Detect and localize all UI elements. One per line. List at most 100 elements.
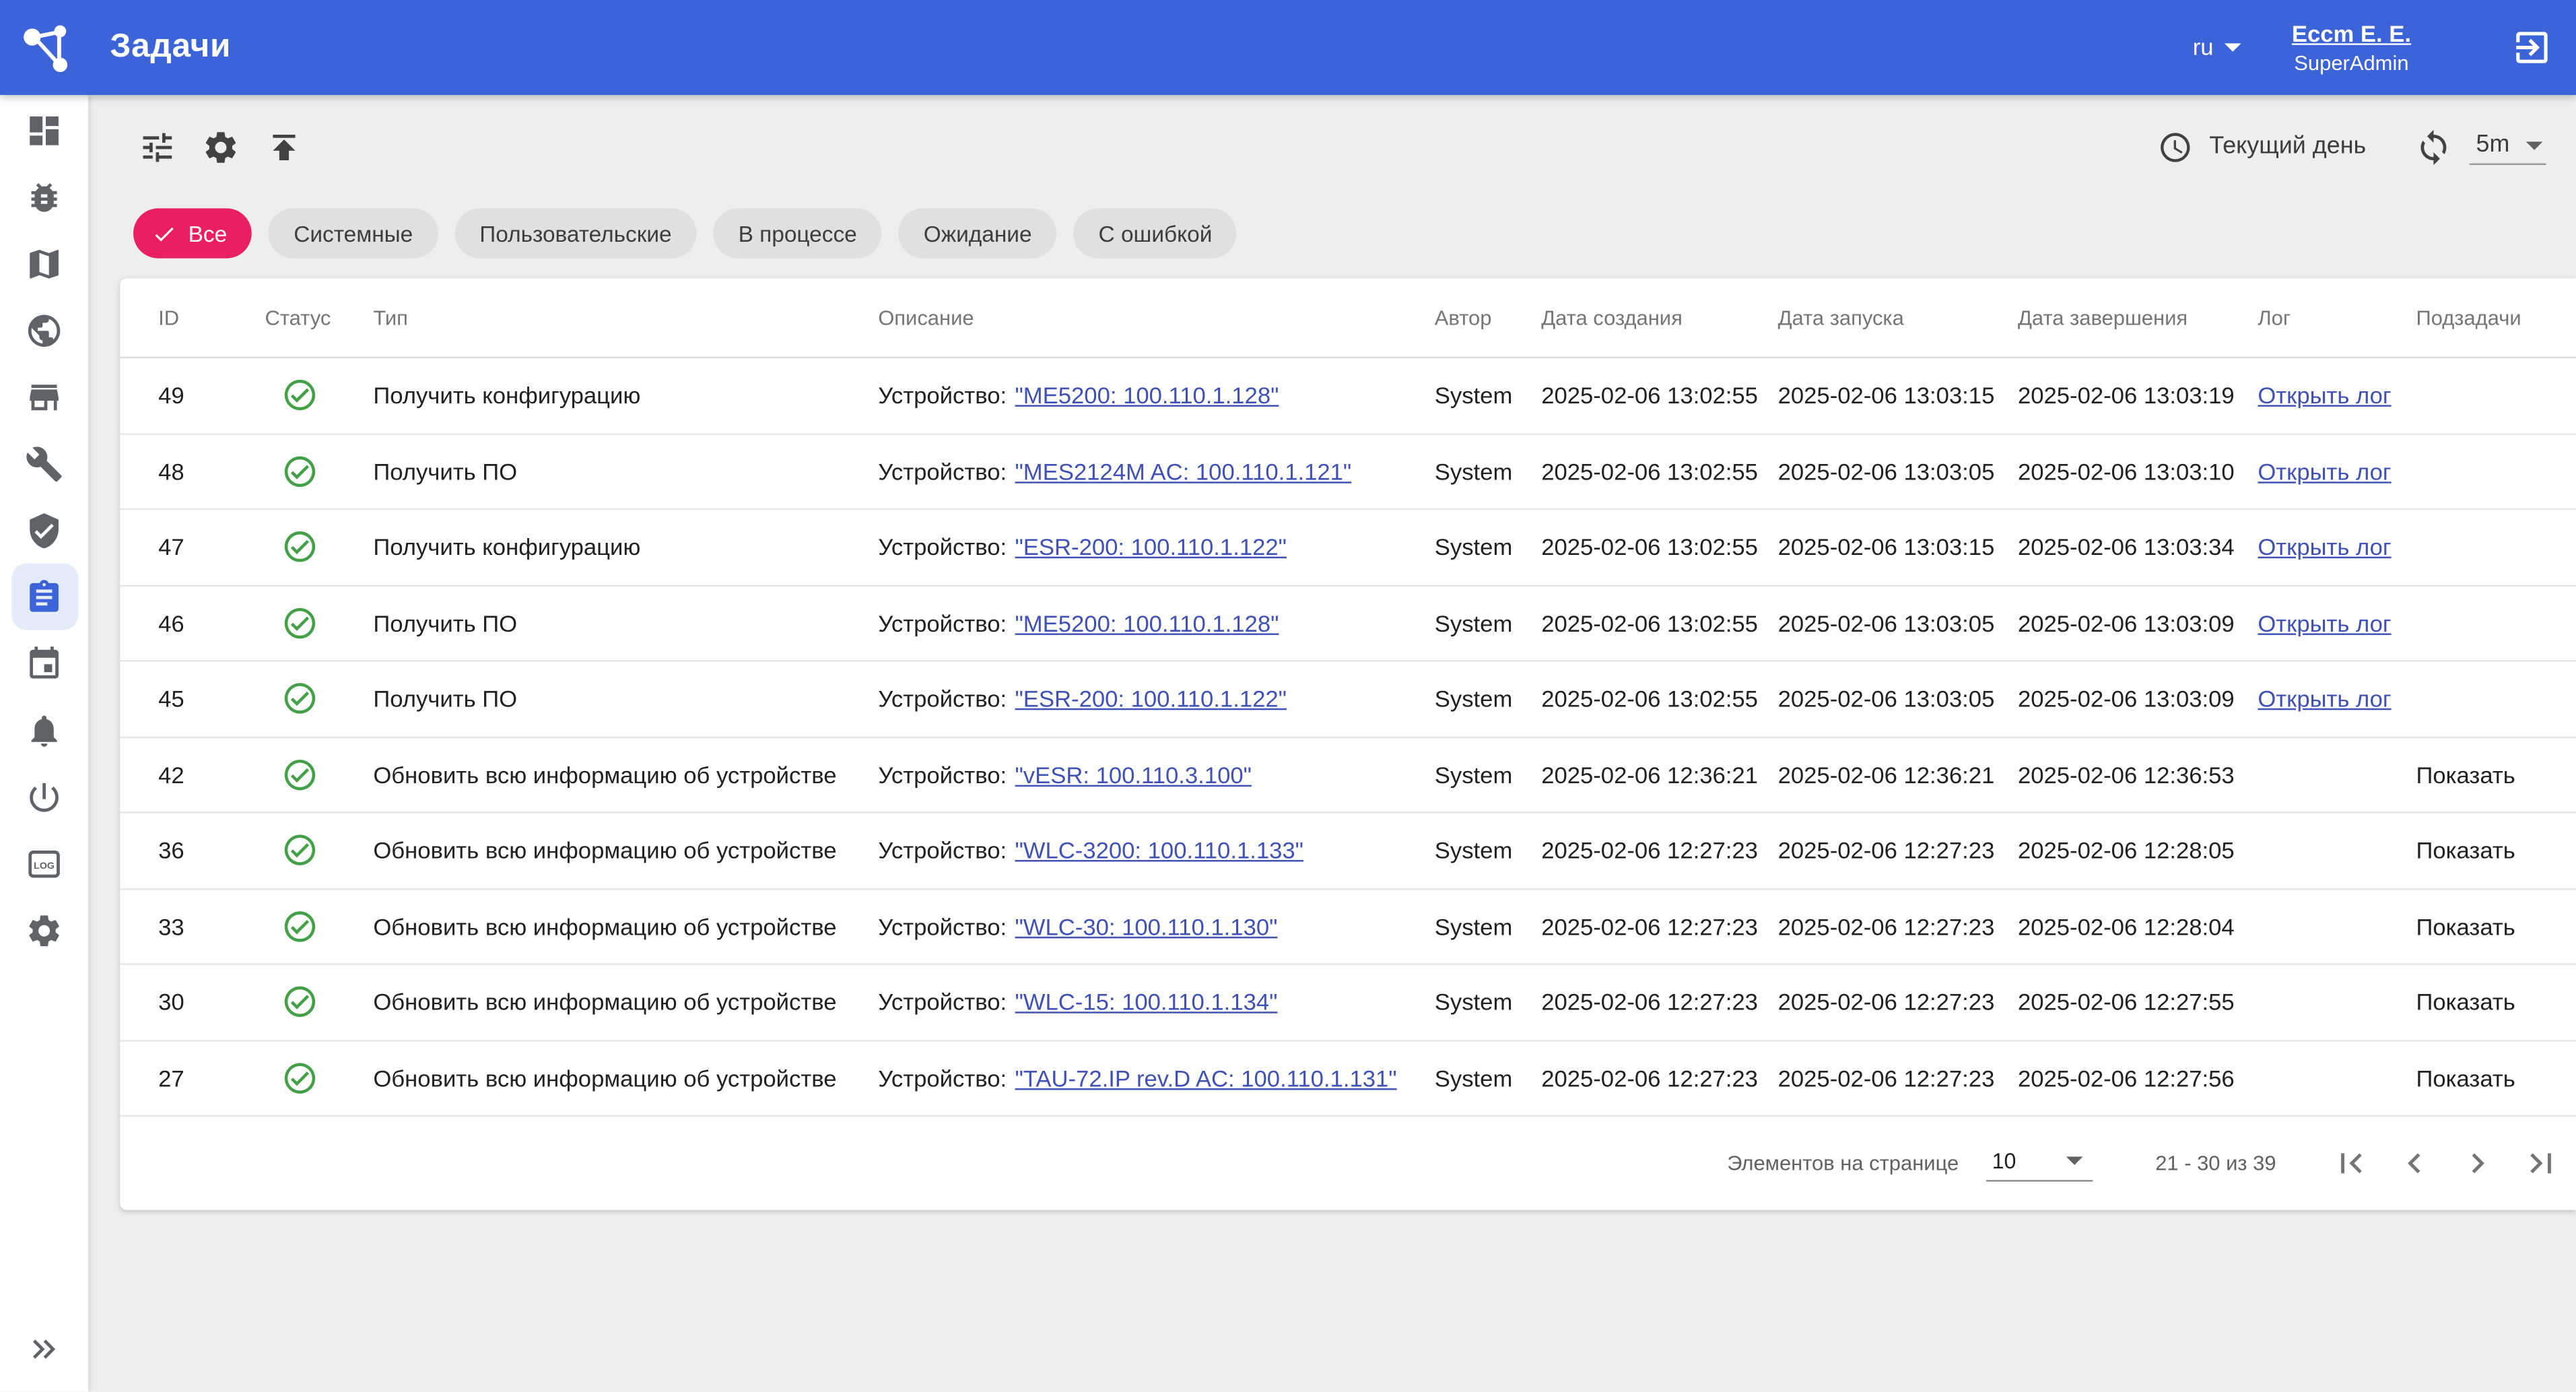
first-page-icon xyxy=(2331,1144,2371,1183)
device-label: Устройство: xyxy=(878,913,1007,940)
chip-all[interactable]: Все xyxy=(133,208,252,258)
task-started: 2025-02-06 13:03:05 xyxy=(1778,458,2018,485)
task-finished: 2025-02-06 12:28:04 xyxy=(2018,913,2258,940)
sidebar-item-settings[interactable] xyxy=(11,896,77,963)
sidebar-item-network[interactable] xyxy=(11,297,77,364)
sidebar-expand-button[interactable] xyxy=(11,1315,77,1382)
device-link[interactable]: "WLC-30: 100.110.1.130" xyxy=(1015,913,1278,940)
open-log-link[interactable]: Открыть лог xyxy=(2258,686,2391,712)
subtasks-toggle[interactable]: Показать xyxy=(2416,1065,2515,1092)
upload-button[interactable] xyxy=(263,127,303,166)
task-author: System xyxy=(1435,761,1541,788)
storage-icon xyxy=(25,378,63,416)
chip-label: Системные xyxy=(294,221,413,246)
task-author: System xyxy=(1435,913,1541,940)
task-description: Устройство:"vESR: 100.110.3.100" xyxy=(878,761,1435,788)
task-type: Получить конфигурацию xyxy=(373,382,878,409)
task-subtasks-cell: Показать xyxy=(2416,913,2576,940)
device-link[interactable]: "ESR-200: 100.110.1.122" xyxy=(1015,686,1287,712)
task-status-cell xyxy=(265,832,373,869)
task-created: 2025-02-06 13:02:55 xyxy=(1541,458,1777,485)
settings-icon xyxy=(25,910,63,949)
chip-system[interactable]: Системные xyxy=(269,208,438,258)
col-started: Дата запуска xyxy=(1778,306,2018,329)
task-description: Устройство: "ME5200: 100.110.1.128" xyxy=(878,382,1435,409)
sidebar-item-power[interactable] xyxy=(11,763,77,830)
task-started: 2025-02-06 13:03:15 xyxy=(1778,534,2018,561)
prev-page-button[interactable] xyxy=(2383,1131,2446,1195)
sidebar-item-syslog[interactable]: LOG xyxy=(11,830,77,896)
device-link[interactable]: "ME5200: 100.110.1.128" xyxy=(1015,609,1279,636)
page-range-label: 21 - 30 из 39 xyxy=(2155,1152,2276,1175)
next-page-button[interactable] xyxy=(2446,1131,2509,1195)
language-select[interactable]: ru xyxy=(2193,34,2242,61)
task-created: 2025-02-06 12:27:23 xyxy=(1541,1065,1777,1092)
device-link[interactable]: "MES2124M AC: 100.110.1.121" xyxy=(1015,458,1352,485)
last-page-button[interactable] xyxy=(2509,1131,2573,1195)
refresh-button[interactable] xyxy=(2413,127,2453,166)
task-author: System xyxy=(1435,458,1541,485)
success-status-icon xyxy=(281,680,318,717)
subtasks-toggle[interactable]: Показать xyxy=(2416,837,2515,864)
sidebar-item-dashboard[interactable] xyxy=(11,97,77,164)
col-created: Дата создания xyxy=(1541,306,1777,329)
task-finished: 2025-02-06 13:03:19 xyxy=(2018,382,2258,409)
chip-in-progress[interactable]: В процессе xyxy=(713,208,881,258)
filter-button[interactable] xyxy=(137,127,176,166)
device-link[interactable]: "WLC-15: 100.110.1.134" xyxy=(1015,989,1278,1016)
device-link[interactable]: "WLC-3200: 100.110.1.133" xyxy=(1015,837,1303,864)
task-author: System xyxy=(1435,837,1541,864)
task-finished: 2025-02-06 13:03:10 xyxy=(2018,458,2258,485)
chip-label: С ошибкой xyxy=(1099,221,1213,246)
device-link[interactable]: "vESR: 100.110.3.100" xyxy=(1015,761,1252,788)
chip-error[interactable]: С ошибкой xyxy=(1073,208,1237,258)
chip-user[interactable]: Пользовательские xyxy=(454,208,697,258)
first-page-button[interactable] xyxy=(2319,1131,2383,1195)
task-author: System xyxy=(1435,534,1541,561)
events-icon xyxy=(25,644,63,683)
device-label: Устройство: xyxy=(878,534,1007,561)
page-title: Задачи xyxy=(110,28,231,67)
check-icon xyxy=(151,221,176,246)
task-id: 33 xyxy=(158,913,265,940)
device-link[interactable]: "ME5200: 100.110.1.128" xyxy=(1015,382,1279,409)
network-icon xyxy=(25,311,63,350)
task-status-cell xyxy=(265,680,373,717)
success-status-icon xyxy=(281,984,318,1020)
sidebar-item-incidents[interactable] xyxy=(11,164,77,230)
device-link[interactable]: "ESR-200: 100.110.1.122" xyxy=(1015,534,1287,561)
sidebar-item-tasks[interactable] xyxy=(11,563,77,630)
user-menu[interactable]: Eccm E. E. SuperAdmin xyxy=(2292,18,2411,77)
device-label: Устройство: xyxy=(878,382,1007,409)
table-header-row: ID Статус Тип Описание Автор Дата создан… xyxy=(120,278,2576,358)
main-content: Текущий день 5m Все Системные xyxy=(88,95,2576,1391)
user-name: Eccm E. E. xyxy=(2292,18,2411,49)
upload-icon xyxy=(264,127,302,166)
sidebar-item-events[interactable] xyxy=(11,630,77,696)
open-log-link[interactable]: Открыть лог xyxy=(2258,609,2391,636)
table-row: 33 Обновить всю информацию об устройстве… xyxy=(120,889,2576,965)
chip-waiting[interactable]: Ожидание xyxy=(899,208,1057,258)
table-settings-button[interactable] xyxy=(200,127,240,166)
per-page-select[interactable]: 10 xyxy=(1986,1145,2092,1181)
sidebar-item-storage[interactable] xyxy=(11,364,77,430)
sidebar-item-map[interactable] xyxy=(11,230,77,297)
date-range-filter[interactable]: Текущий день xyxy=(2158,129,2367,164)
open-log-link[interactable]: Открыть лог xyxy=(2258,534,2391,561)
task-description: Устройство: "WLC-30: 100.110.1.130" xyxy=(878,913,1435,940)
sidebar-item-security[interactable] xyxy=(11,496,77,563)
open-log-link[interactable]: Открыть лог xyxy=(2258,382,2391,409)
sidebar-item-notifications[interactable] xyxy=(11,696,77,763)
refresh-interval-select[interactable]: 5m xyxy=(2470,129,2546,165)
subtasks-toggle[interactable]: Показать xyxy=(2416,989,2515,1016)
open-log-link[interactable]: Открыть лог xyxy=(2258,458,2391,485)
subtasks-toggle[interactable]: Показать xyxy=(2416,761,2515,788)
col-description: Описание xyxy=(878,306,1435,329)
logout-button[interactable] xyxy=(2511,27,2553,69)
subtasks-toggle[interactable]: Показать xyxy=(2416,913,2515,940)
sidebar-item-tools[interactable] xyxy=(11,430,77,496)
task-id: 45 xyxy=(158,686,265,712)
device-link[interactable]: "TAU-72.IP rev.D AC: 100.110.1.131" xyxy=(1015,1065,1397,1092)
task-description: Устройство: "TAU-72.IP rev.D AC: 100.110.… xyxy=(878,1065,1435,1092)
device-label: Устройство: xyxy=(878,1065,1007,1092)
